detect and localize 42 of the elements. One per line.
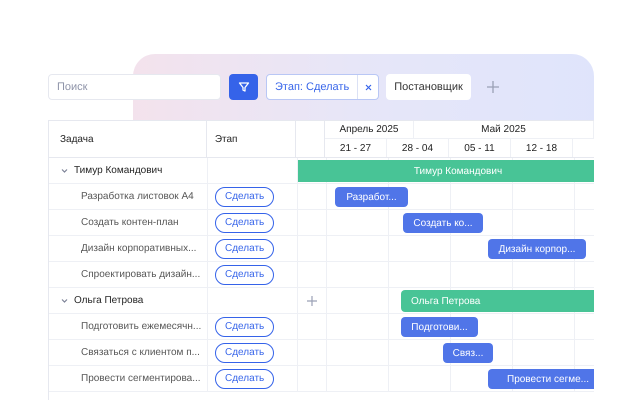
- week-label: 28 - 04: [402, 142, 434, 156]
- week-label: 05 - 11: [464, 142, 495, 156]
- task-bar[interactable]: Подготови...: [401, 317, 478, 337]
- task-name: Спроектировать дизайн...: [81, 268, 200, 282]
- task-name: Подготовить ежемесячн...: [81, 320, 202, 334]
- filter-chip[interactable]: Этап: Сделать: [266, 74, 380, 100]
- month-label: Апрель 2025: [340, 123, 398, 137]
- group-name: Ольга Петрова: [74, 294, 144, 308]
- column-header: Этап: [214, 132, 238, 146]
- task-name: Дизайн корпоративных...: [81, 242, 196, 256]
- stage-badge[interactable]: Сделать: [215, 342, 274, 362]
- filter-chip-label: Этап: Сделать: [274, 80, 350, 95]
- week-label: 12 - 18: [526, 142, 558, 156]
- task-name: Провести сегментирова...: [81, 372, 201, 386]
- task-name: Разработка листовок А4: [81, 190, 194, 204]
- filter-icon: [238, 81, 250, 93]
- stage-badge[interactable]: Сделать: [215, 368, 274, 388]
- task-bar[interactable]: Создать ко...: [403, 213, 483, 233]
- plus-icon[interactable]: [307, 296, 317, 306]
- chevron-icon[interactable]: [61, 297, 68, 304]
- plus-icon: [486, 81, 499, 93]
- stage-badge[interactable]: Сделать: [215, 186, 274, 206]
- add-filter-button[interactable]: [486, 80, 500, 94]
- task-name: Создать контен-план: [81, 216, 179, 230]
- close-icon: [364, 84, 372, 90]
- task-bar[interactable]: Связ...: [443, 343, 493, 363]
- assignee-filter-button[interactable]: Постановщик: [386, 74, 471, 100]
- stage-badge[interactable]: Сделать: [215, 316, 274, 336]
- group-name: Тимур Командович: [74, 164, 162, 178]
- task-bar[interactable]: Разработ...: [335, 187, 408, 207]
- month-label: Май 2025: [481, 123, 526, 137]
- week-label: 21 - 27: [340, 142, 372, 156]
- column-header: Задача: [60, 132, 94, 146]
- task-name: Связаться с клиентом п...: [81, 346, 200, 360]
- stage-badge[interactable]: Сделать: [215, 212, 274, 232]
- task-bar[interactable]: Провести сегме...: [488, 369, 594, 389]
- stage-badge[interactable]: Сделать: [215, 238, 274, 258]
- chevron-icon[interactable]: [61, 167, 68, 174]
- search-field[interactable]: Поиск: [48, 74, 221, 100]
- stage-badge[interactable]: Сделать: [215, 264, 274, 284]
- task-bar[interactable]: Дизайн корпор...: [488, 239, 586, 259]
- filter-button[interactable]: [229, 74, 258, 100]
